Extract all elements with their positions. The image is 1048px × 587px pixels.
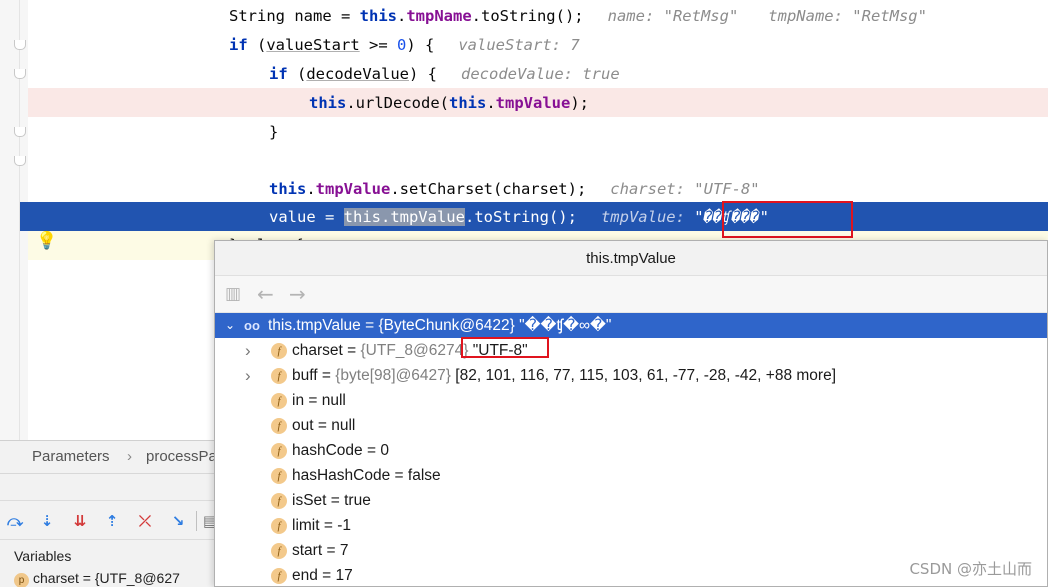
tree-field-row[interactable]: f isSet = true bbox=[215, 488, 1047, 513]
inline-debug-value: name: "RetMsg" tmpName: "RetMsg" bbox=[607, 7, 927, 25]
parameters-tab[interactable]: Parameters bbox=[32, 448, 110, 465]
field-icon: f bbox=[271, 468, 287, 484]
popup-title[interactable]: this.tmpValue bbox=[215, 241, 1047, 276]
code-line[interactable]: if (decodeValue) {decodeValue: true bbox=[269, 60, 620, 89]
code-line[interactable]: String name = this.tmpName.toString(); na… bbox=[229, 2, 927, 31]
inline-debug-value: charset: "UTF-8" bbox=[610, 180, 760, 198]
tree-field-row[interactable]: f hashCode = 0 bbox=[215, 438, 1047, 463]
drop-frame-icon[interactable]: ⤫ bbox=[135, 511, 155, 531]
field-icon: f bbox=[271, 418, 287, 434]
field-icon: f bbox=[271, 343, 287, 359]
code-line[interactable]: this.urlDecode(this.tmpValue); bbox=[309, 89, 589, 118]
fold-marker-icon[interactable] bbox=[14, 156, 26, 166]
field-icon: f bbox=[271, 493, 287, 509]
inspect-popup: this.tmpValue ▥ ← → ⌄ oo this.tmpValue =… bbox=[214, 240, 1048, 587]
back-arrow-icon[interactable]: ← bbox=[257, 282, 274, 306]
chevron-right-icon[interactable]: › bbox=[245, 363, 251, 388]
execution-code-line[interactable]: value = this.tmpValue.toString(); tmpValu… bbox=[269, 203, 769, 232]
inline-debug-value: valueStart: 7 bbox=[458, 36, 580, 54]
field-icon: f bbox=[271, 543, 287, 559]
frames-breadcrumb: Parameters › processPa bbox=[0, 440, 217, 474]
tree-field-row[interactable]: f limit = -1 bbox=[215, 513, 1047, 538]
chevron-right-icon[interactable]: › bbox=[245, 338, 251, 363]
tree-field-row[interactable]: f hasHashCode = false bbox=[215, 463, 1047, 488]
tree-root-row[interactable]: ⌄ oo this.tmpValue = {ByteChunk@6422} "�… bbox=[215, 313, 1047, 338]
chevron-right-icon: › bbox=[127, 448, 132, 465]
run-to-cursor-icon[interactable]: ↘ bbox=[168, 511, 188, 531]
tree-field-row[interactable]: f in = null bbox=[215, 388, 1047, 413]
frame-name[interactable]: processPa bbox=[146, 448, 217, 465]
step-over-icon[interactable]: ⤼ bbox=[5, 511, 25, 531]
parameter-icon: p bbox=[14, 573, 29, 587]
code-line[interactable]: if (valueStart >= 0) {valueStart: 7 bbox=[229, 31, 580, 60]
annotation-box-tmpvalue bbox=[722, 201, 853, 238]
step-into-icon[interactable]: ⇣ bbox=[37, 511, 57, 531]
annotation-box-charset bbox=[461, 337, 549, 358]
watch-oo-icon: oo bbox=[244, 318, 260, 333]
step-out-icon[interactable]: ⇡ bbox=[102, 511, 122, 531]
forward-arrow-icon[interactable]: → bbox=[289, 282, 306, 306]
fold-marker-icon[interactable] bbox=[14, 127, 26, 137]
watermark: CSDN @亦土山而 bbox=[909, 560, 1032, 578]
variables-label: Variables bbox=[14, 548, 72, 564]
chevron-down-icon[interactable]: ⌄ bbox=[225, 313, 235, 338]
field-icon: f bbox=[271, 368, 287, 384]
tree-field-row[interactable]: › f charset = {UTF_8@6274} "UTF-8" bbox=[215, 338, 1047, 363]
force-step-into-icon[interactable]: ⇊ bbox=[70, 511, 90, 531]
toolbar-separator bbox=[196, 511, 197, 531]
watch-icon[interactable]: ▥ bbox=[225, 284, 241, 304]
inline-debug-value: decodeValue: true bbox=[461, 65, 620, 83]
popup-toolbar: ▥ ← → bbox=[215, 276, 1047, 313]
fold-marker-icon[interactable] bbox=[14, 69, 26, 79]
field-icon: f bbox=[271, 393, 287, 409]
tree-field-row[interactable]: f out = null bbox=[215, 413, 1047, 438]
field-icon: f bbox=[271, 443, 287, 459]
intention-bulb-icon[interactable]: 💡 bbox=[36, 231, 57, 251]
fold-marker-icon[interactable] bbox=[14, 40, 26, 50]
variables-row[interactable]: p charset = {UTF_8@627 bbox=[14, 570, 180, 587]
field-icon: f bbox=[271, 518, 287, 534]
tree-field-row[interactable]: › f buff = {byte[98]@6427} [82, 101, 116, … bbox=[215, 363, 1047, 388]
selected-expression: this.tmpValue bbox=[343, 208, 465, 226]
debugger-toolbar: ⤼ ⇣ ⇊ ⇡ ⤫ ↘ ▤ bbox=[0, 500, 217, 540]
code-line[interactable]: this.tmpValue.setCharset(charset); charse… bbox=[269, 175, 760, 204]
code-line[interactable]: } bbox=[269, 118, 278, 147]
field-icon: f bbox=[271, 568, 287, 584]
